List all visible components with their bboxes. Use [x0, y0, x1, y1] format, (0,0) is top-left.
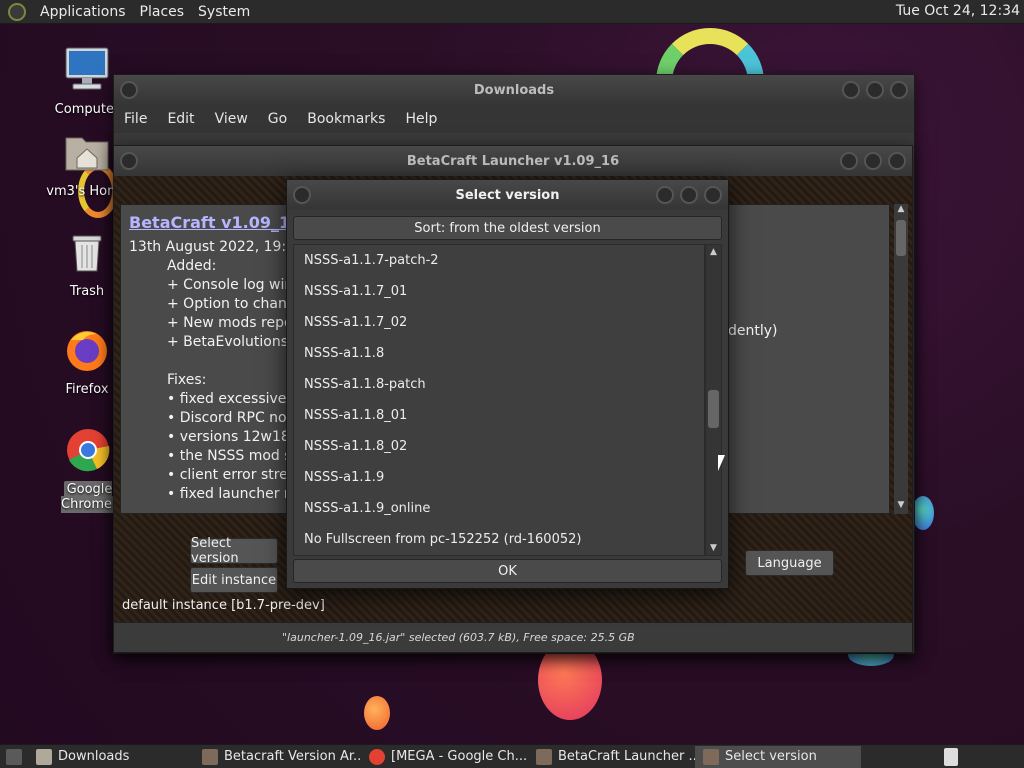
version-list-item[interactable]: NSSS-a1.1.9 [294, 462, 704, 493]
task-label: [MEGA - Google Ch... [391, 749, 528, 764]
version-list[interactable]: NSSS-a1.1.7-patch-2 NSSS-a1.1.7_01 NSSS-… [293, 244, 705, 556]
version-list-scrollbar[interactable]: ▲ ▼ [705, 244, 722, 556]
close-button[interactable] [890, 81, 908, 99]
chrome-icon [369, 748, 385, 765]
scroll-down-arrow-icon[interactable]: ▼ [894, 500, 908, 514]
version-list-item[interactable]: NSSS-a1.1.9_online [294, 493, 704, 524]
wallpaper-blob-small [364, 696, 390, 730]
select-version-dialog[interactable]: Select version Sort: from the oldest ver… [286, 179, 729, 589]
task-label: Downloads [58, 749, 130, 764]
version-list-item[interactable]: NSSS-a1.1.8_01 [294, 400, 704, 431]
instance-label: default instance [b1.7-pre-dev] [122, 598, 325, 613]
computer-icon [65, 47, 109, 90]
maximize-button[interactable] [864, 152, 882, 170]
panel-menu: Applications Places System [0, 2, 250, 21]
desktop-icon-label: Google Chrome [61, 481, 115, 513]
dialog-title: Select version [455, 187, 560, 203]
minimize-button[interactable] [656, 186, 674, 204]
version-list-item[interactable]: No Fullscreen from pc-152252 (rd-160052) [294, 524, 704, 555]
taskbar: Downloads Betacraft Version Ar... [MEGA … [0, 744, 1024, 768]
select-version-button[interactable]: Select version [190, 536, 278, 566]
task-label: BetaCraft Launcher ... [558, 749, 695, 764]
workspace-switcher[interactable] [944, 746, 1024, 768]
task-betacraft-version-archive[interactable]: Betacraft Version Ar... [194, 746, 361, 768]
wallpaper-blob-teal [912, 496, 934, 530]
folder-icon [36, 748, 52, 765]
menu-view[interactable]: View [215, 111, 248, 127]
version-list-item[interactable]: NSSS-a1.1.8-patch [294, 369, 704, 400]
version-list-item[interactable]: NSSS-a1.1.7-patch-2 [294, 245, 704, 276]
task-label: Betacraft Version Ar... [224, 749, 361, 764]
menu-go[interactable]: Go [268, 111, 287, 127]
task-select-version[interactable]: Select version [695, 745, 861, 768]
task-label: Select version [725, 749, 817, 764]
ok-button[interactable]: OK [293, 559, 722, 583]
task-mega-chrome[interactable]: [MEGA - Google Ch... [361, 746, 528, 768]
window-menu-button[interactable] [120, 81, 138, 99]
edit-instance-button[interactable]: Edit instance [190, 567, 278, 593]
scrollbar-thumb[interactable] [896, 220, 906, 256]
version-list-item[interactable]: NSSS-a1.1.7_01 [294, 276, 704, 307]
task-downloads[interactable]: Downloads [28, 746, 194, 768]
downloads-titlebar[interactable]: Downloads [114, 75, 914, 105]
downloads-menubar: File Edit View Go Bookmarks Help [114, 105, 914, 133]
scroll-down-arrow-icon[interactable]: ▼ [706, 541, 721, 555]
betacraft-title: BetaCraft Launcher v1.09_16 [406, 153, 620, 169]
home-folder-icon [65, 137, 109, 171]
task-betacraft-launcher[interactable]: BetaCraft Launcher ... [528, 746, 695, 768]
mouse-cursor-icon [718, 455, 725, 471]
status-bar: "launcher-1.09_16.jar" selected (603.7 k… [114, 622, 912, 652]
menu-applications[interactable]: Applications [40, 4, 126, 20]
window-menu-button[interactable] [120, 152, 138, 170]
minimize-button[interactable] [840, 152, 858, 170]
version-list-item[interactable]: NSSS-a1.1.8_02 [294, 431, 704, 462]
trash-icon [72, 235, 102, 272]
menu-system[interactable]: System [198, 4, 250, 20]
maximize-button[interactable] [866, 81, 884, 99]
close-button[interactable] [888, 152, 906, 170]
scrollbar-thumb[interactable] [708, 390, 719, 428]
java-icon [536, 748, 552, 765]
menu-bookmarks[interactable]: Bookmarks [307, 111, 385, 127]
firefox-icon [67, 331, 107, 371]
language-button[interactable]: Language [745, 550, 834, 576]
workspace-icon [944, 747, 958, 766]
show-desktop-icon [6, 748, 22, 765]
menu-help[interactable]: Help [405, 111, 437, 127]
dialog-titlebar[interactable]: Select version [287, 180, 728, 210]
downloads-title: Downloads [473, 82, 555, 98]
window-menu-button[interactable] [293, 186, 311, 204]
scroll-up-arrow-icon[interactable]: ▲ [894, 204, 908, 218]
menu-edit[interactable]: Edit [167, 111, 194, 127]
close-button[interactable] [704, 186, 722, 204]
maximize-button[interactable] [680, 186, 698, 204]
java-icon [202, 748, 218, 765]
sort-order-button[interactable]: Sort: from the oldest version [293, 216, 722, 240]
betacraft-titlebar[interactable]: BetaCraft Launcher v1.09_16 [114, 146, 912, 176]
version-list-item[interactable]: NSSS-a1.1.7_02 [294, 307, 704, 338]
changelog-scrollbar[interactable]: ▲ ▼ [894, 204, 908, 514]
menu-places[interactable]: Places [140, 4, 185, 20]
top-panel: Applications Places System Tue Oct 24, 1… [0, 0, 1024, 24]
chrome-icon [67, 429, 110, 472]
menu-file[interactable]: File [124, 111, 147, 127]
distro-logo-icon[interactable] [8, 2, 26, 21]
minimize-button[interactable] [842, 81, 860, 99]
java-icon [703, 748, 719, 765]
panel-clock[interactable]: Tue Oct 24, 12:34 [896, 3, 1020, 19]
changelog-right-fragment: dently) [728, 323, 778, 339]
scroll-up-arrow-icon[interactable]: ▲ [706, 245, 721, 259]
show-desktop-button[interactable] [0, 746, 28, 768]
version-list-item[interactable]: NSSS-a1.1.8 [294, 338, 704, 369]
